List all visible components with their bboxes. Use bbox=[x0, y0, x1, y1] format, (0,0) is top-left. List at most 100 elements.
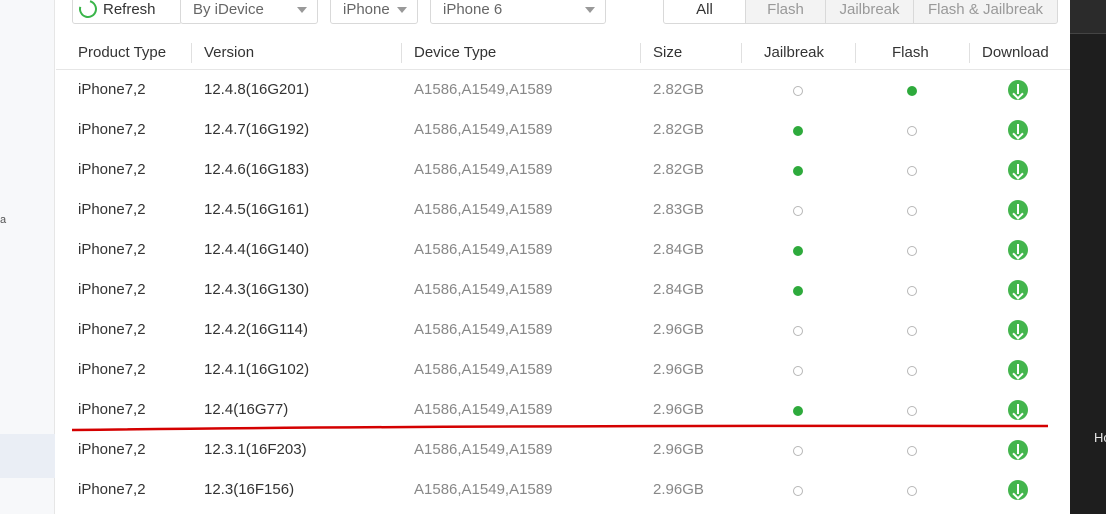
table-row[interactable]: iPhone7,2 12.4.7(16G192) A1586,A1549,A1589… bbox=[56, 110, 1070, 150]
flash-status-dot bbox=[907, 206, 917, 216]
flash-status-dot bbox=[907, 406, 917, 416]
version-cell: 12.3(16F156) bbox=[204, 481, 295, 498]
jailbreak-status-dot bbox=[793, 86, 803, 96]
download-arrow-head bbox=[1012, 168, 1024, 180]
size-cell: 2.83GB bbox=[653, 201, 704, 218]
download-arrow-head bbox=[1012, 208, 1024, 220]
column-header-flash[interactable]: Flash bbox=[892, 44, 929, 61]
red-annotation-line bbox=[72, 424, 1048, 432]
left-sidebar: a bbox=[0, 0, 55, 514]
download-icon[interactable] bbox=[1008, 80, 1028, 100]
tab-all[interactable]: All bbox=[663, 0, 746, 24]
tab-flash[interactable]: Flash bbox=[745, 0, 826, 24]
toolbar: Refresh By iDevice iPhone iPhone 6 All F… bbox=[56, 0, 1070, 30]
jailbreak-status-dot bbox=[793, 246, 803, 256]
download-icon[interactable] bbox=[1008, 120, 1028, 140]
download-icon[interactable] bbox=[1008, 360, 1028, 380]
download-arrow-head bbox=[1012, 448, 1024, 460]
column-divider bbox=[640, 43, 641, 63]
refresh-button[interactable]: Refresh bbox=[72, 0, 182, 24]
column-divider bbox=[855, 43, 856, 63]
table-row[interactable]: iPhone7,2 12.3.1(16F203) A1586,A1549,A1589… bbox=[56, 430, 1070, 470]
device-model-dropdown[interactable]: iPhone 6 bbox=[430, 0, 606, 24]
download-arrow-head bbox=[1012, 328, 1024, 340]
download-icon[interactable] bbox=[1008, 400, 1028, 420]
size-cell: 2.96GB bbox=[653, 441, 704, 458]
jailbreak-status-dot bbox=[793, 126, 803, 136]
column-header-jailbreak[interactable]: Jailbreak bbox=[764, 44, 824, 61]
refresh-label: Refresh bbox=[103, 0, 156, 18]
product-type-cell: iPhone7,2 bbox=[78, 81, 146, 98]
column-divider bbox=[741, 43, 742, 63]
table-row[interactable]: iPhone7,2 12.4.8(16G201) A1586,A1549,A1589… bbox=[56, 70, 1070, 110]
flash-status-dot bbox=[907, 246, 917, 256]
jailbreak-status-dot bbox=[793, 206, 803, 216]
download-icon[interactable] bbox=[1008, 480, 1028, 500]
size-cell: 2.96GB bbox=[653, 361, 704, 378]
device-type-cell: A1586,A1549,A1589 bbox=[414, 121, 553, 138]
device-type-cell: A1586,A1549,A1589 bbox=[414, 161, 553, 178]
download-icon[interactable] bbox=[1008, 160, 1028, 180]
table-row[interactable]: iPhone7,2 12.4.2(16G114) A1586,A1549,A1589… bbox=[56, 310, 1070, 350]
tab-flash-jailbreak[interactable]: Flash & Jailbreak bbox=[913, 0, 1058, 24]
product-type-cell: iPhone7,2 bbox=[78, 161, 146, 178]
device-type-cell: A1586,A1549,A1589 bbox=[414, 321, 553, 338]
version-cell: 12.3.1(16F203) bbox=[204, 441, 307, 458]
version-cell: 12.4.7(16G192) bbox=[204, 121, 310, 138]
flash-status-dot bbox=[907, 446, 917, 456]
table-row[interactable]: iPhone7,2 12.3(16F156) A1586,A1549,A1589 2.… bbox=[56, 470, 1070, 510]
device-type-cell: A1586,A1549,A1589 bbox=[414, 401, 553, 418]
device-type-cell: A1586,A1549,A1589 bbox=[414, 201, 553, 218]
size-cell: 2.96GB bbox=[653, 481, 704, 498]
version-cell: 12.4.8(16G201) bbox=[204, 81, 310, 98]
right-panel-topbar bbox=[1070, 0, 1106, 34]
filter-tabs: All Flash Jailbreak Flash & Jailbreak bbox=[663, 0, 1058, 24]
download-icon[interactable] bbox=[1008, 320, 1028, 340]
table-row[interactable]: iPhone7,2 12.4.5(16G161) A1586,A1549,A1589… bbox=[56, 190, 1070, 230]
size-cell: 2.96GB bbox=[653, 401, 704, 418]
version-cell: 12.4.5(16G161) bbox=[204, 201, 310, 218]
column-header-version[interactable]: Version bbox=[204, 44, 254, 61]
version-cell: 12.4.1(16G102) bbox=[204, 361, 310, 378]
jailbreak-status-dot bbox=[793, 166, 803, 176]
download-icon[interactable] bbox=[1008, 280, 1028, 300]
flash-status-dot bbox=[907, 86, 917, 96]
column-header-size[interactable]: Size bbox=[653, 44, 682, 61]
download-arrow-head bbox=[1012, 88, 1024, 100]
download-arrow-head bbox=[1012, 128, 1024, 140]
device-family-dropdown[interactable]: iPhone bbox=[330, 0, 418, 24]
sidebar-selected-item[interactable] bbox=[0, 434, 55, 478]
download-icon[interactable] bbox=[1008, 440, 1028, 460]
right-panel-text-stub: Ho bbox=[1094, 430, 1106, 445]
size-cell: 2.82GB bbox=[653, 161, 704, 178]
download-icon[interactable] bbox=[1008, 240, 1028, 260]
device-type-cell: A1586,A1549,A1589 bbox=[414, 241, 553, 258]
size-cell: 2.82GB bbox=[653, 81, 704, 98]
table-row[interactable]: iPhone7,2 12.4.4(16G140) A1586,A1549,A1589… bbox=[56, 230, 1070, 270]
chevron-down-icon bbox=[297, 7, 307, 13]
version-cell: 12.4(16G77) bbox=[204, 401, 289, 418]
download-arrow-head bbox=[1012, 488, 1024, 500]
flash-status-dot bbox=[907, 486, 917, 496]
table-row[interactable]: iPhone7,2 12.4.6(16G183) A1586,A1549,A1589… bbox=[56, 150, 1070, 190]
product-type-cell: iPhone7,2 bbox=[78, 441, 146, 458]
column-header-download[interactable]: Download bbox=[982, 44, 1049, 61]
table-row[interactable]: iPhone7,2 12.4.3(16G130) A1586,A1549,A1589… bbox=[56, 270, 1070, 310]
column-header-device-type[interactable]: Device Type bbox=[414, 44, 496, 61]
device-filter-value: By iDevice bbox=[193, 0, 264, 18]
device-filter-dropdown[interactable]: By iDevice bbox=[180, 0, 318, 24]
column-header-product-type[interactable]: Product Type bbox=[78, 44, 166, 61]
flash-status-dot bbox=[907, 286, 917, 296]
download-icon[interactable] bbox=[1008, 200, 1028, 220]
jailbreak-status-dot bbox=[793, 446, 803, 456]
flash-status-dot bbox=[907, 366, 917, 376]
table-row[interactable]: iPhone7,2 12.4.1(16G102) A1586,A1549,A1589… bbox=[56, 350, 1070, 390]
flash-status-dot bbox=[907, 326, 917, 336]
firmware-panel: Refresh By iDevice iPhone iPhone 6 All F… bbox=[56, 0, 1070, 514]
device-type-cell: A1586,A1549,A1589 bbox=[414, 481, 553, 498]
column-divider bbox=[969, 43, 970, 63]
jailbreak-status-dot bbox=[793, 486, 803, 496]
column-divider bbox=[191, 43, 192, 63]
device-type-cell: A1586,A1549,A1589 bbox=[414, 361, 553, 378]
tab-jailbreak[interactable]: Jailbreak bbox=[825, 0, 914, 24]
